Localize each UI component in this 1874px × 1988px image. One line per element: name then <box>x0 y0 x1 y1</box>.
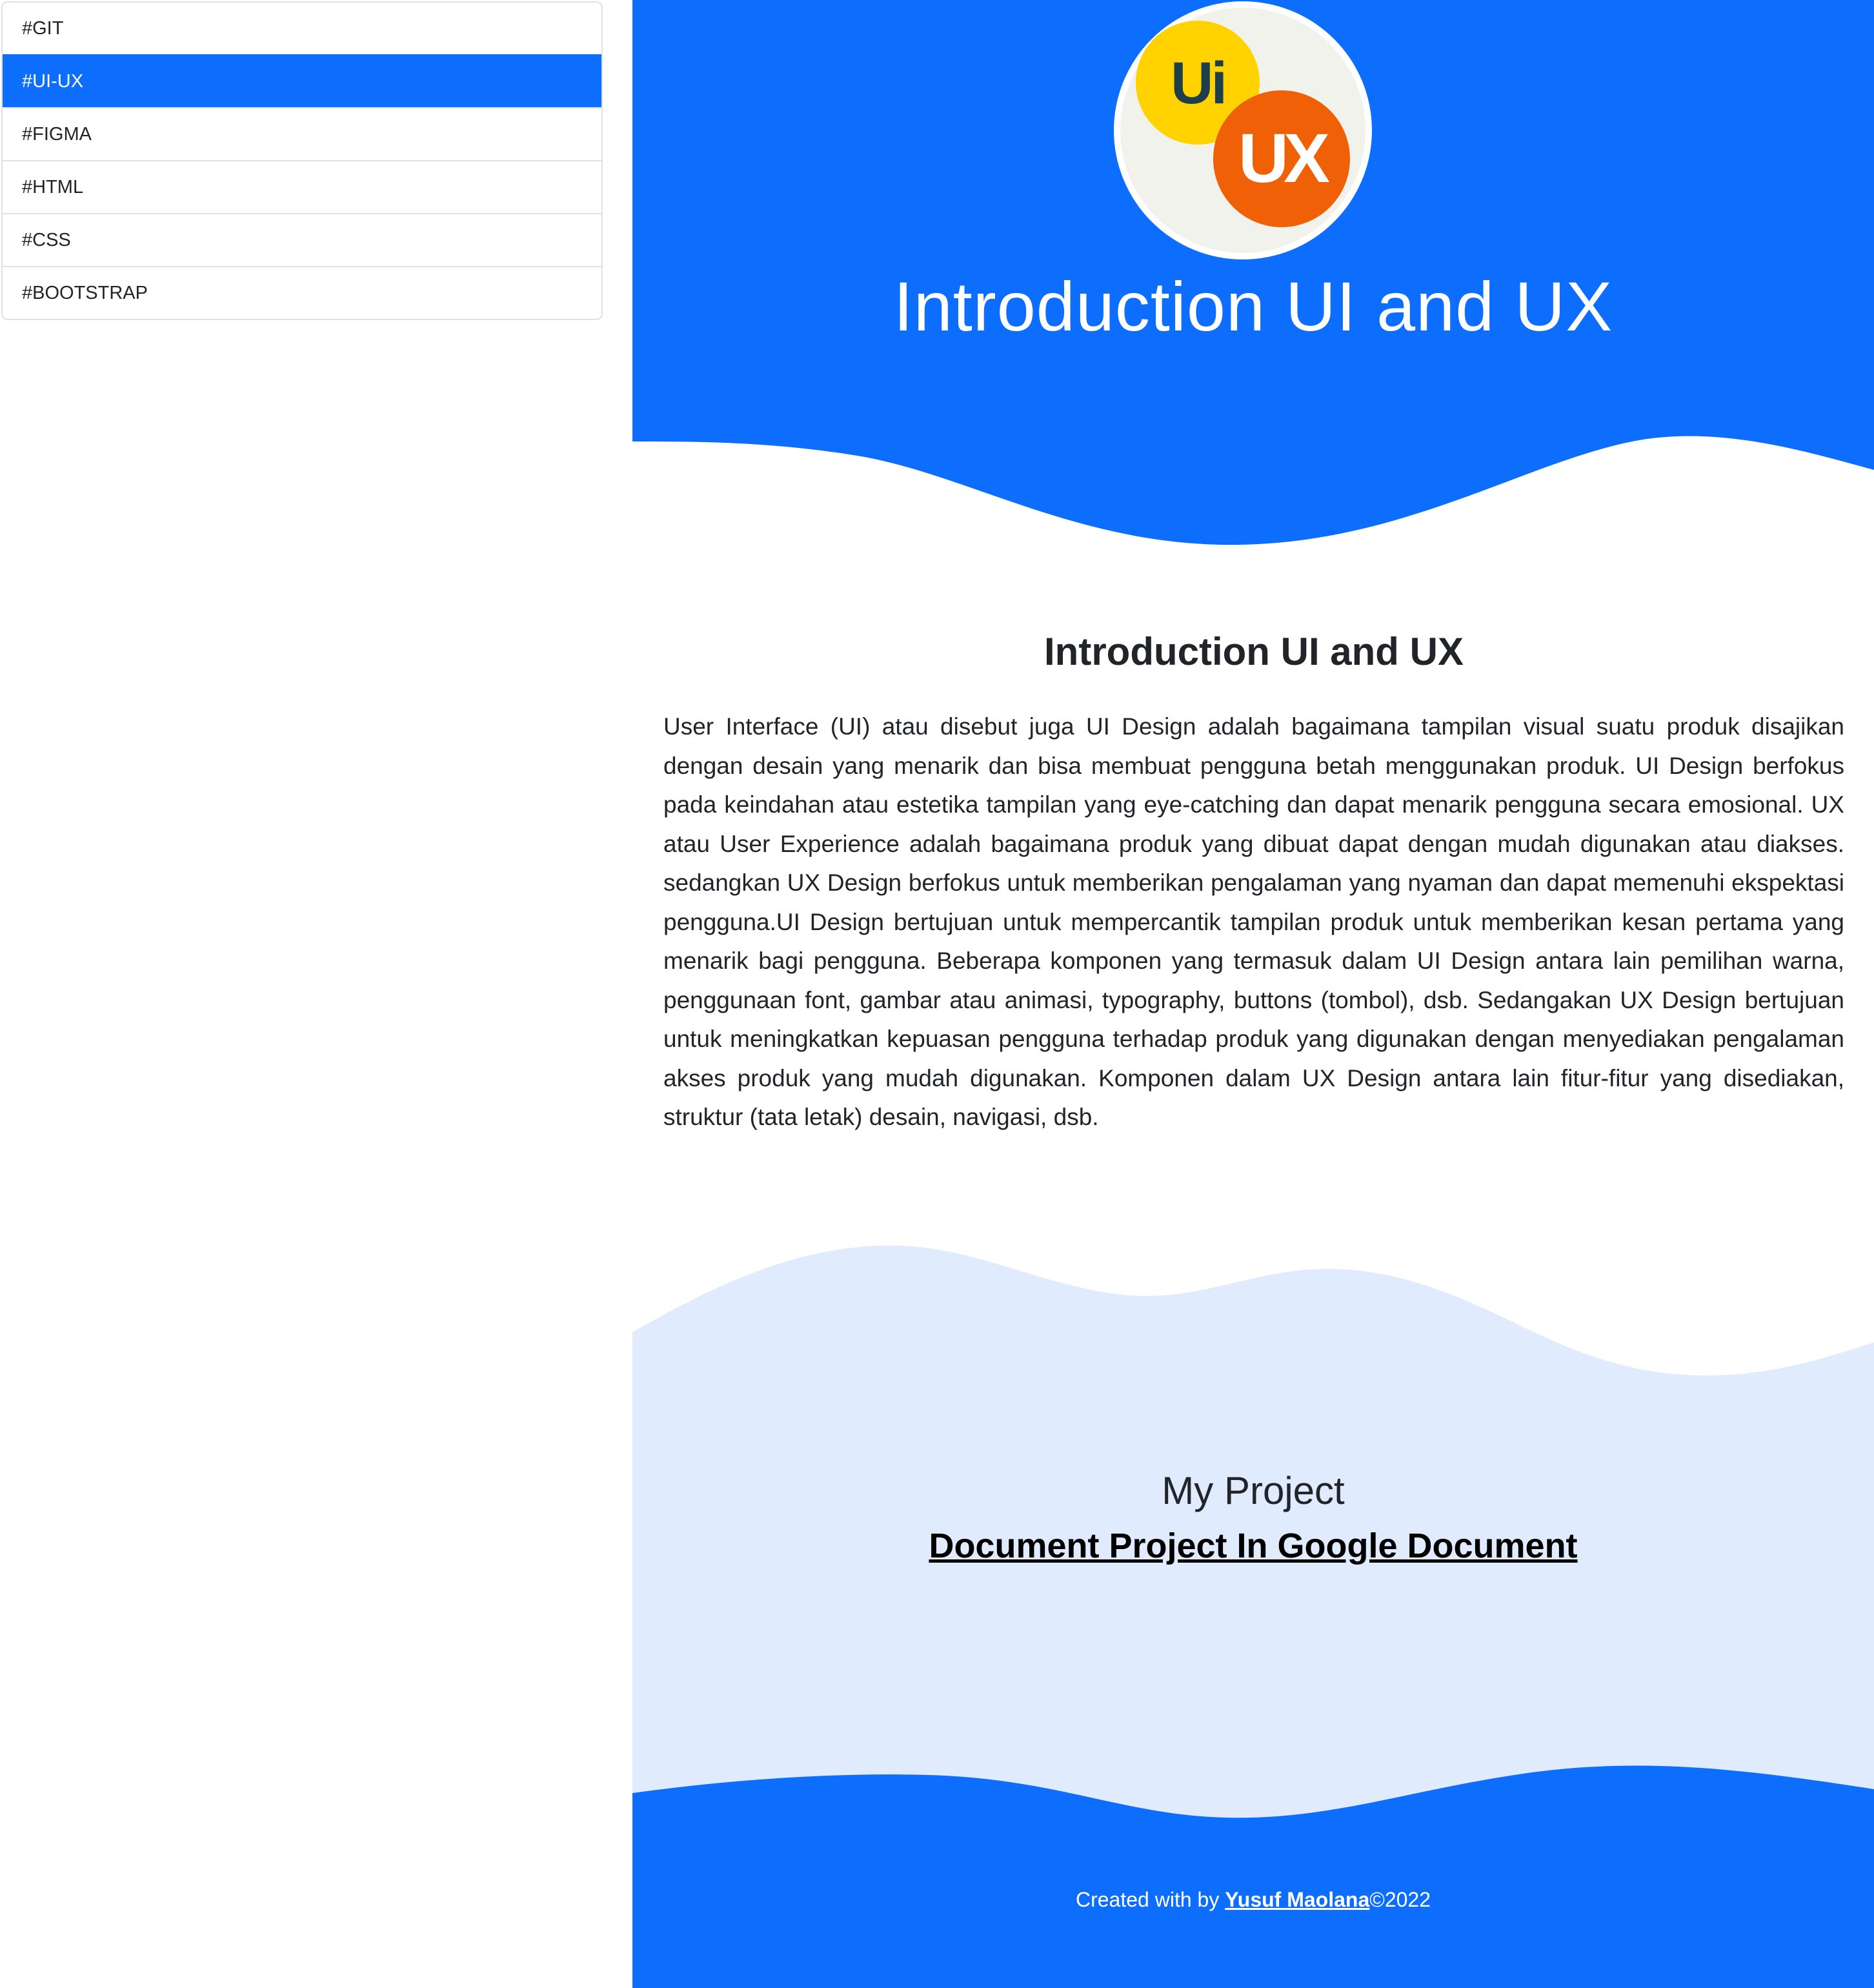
intro-paragraph: User Interface (UI) atau disebut juga UI… <box>663 713 1844 1130</box>
logo-ux-text: UX <box>1238 119 1330 197</box>
intro-title: Introduction UI and UX <box>1044 630 1464 673</box>
main-content: Ui UX Introduction UI and UX Introductio… <box>632 0 1874 1988</box>
author-link[interactable]: Yusuf Maolana <box>1225 1888 1369 1911</box>
sidebar-item-figma[interactable]: #FIGMA <box>3 107 601 160</box>
google-document-link[interactable]: Document Project In Google Document <box>929 1527 1577 1565</box>
footer-prefix: Created with by <box>1075 1888 1225 1911</box>
hero-title: Introduction UI and UX <box>893 267 1613 345</box>
sidebar-item-bootstrap[interactable]: #BOOTSTRAP <box>3 266 601 319</box>
footer: Created with by Yusuf Maolana©2022 <box>632 1756 1874 1988</box>
sidebar-item-git[interactable]: #GIT <box>3 3 601 54</box>
footer-wave-background <box>632 1765 1874 1988</box>
ui-ux-logo: Ui UX <box>1114 1 1372 259</box>
logo-ui-text: Ui <box>1171 50 1225 116</box>
intro-section: Introduction UI and UX User Interface (U… <box>663 626 1844 1137</box>
hero-section: Ui UX Introduction UI and UX <box>632 0 1874 555</box>
project-title: My Project <box>1162 1469 1345 1512</box>
footer-copyright: ©2022 <box>1369 1888 1431 1911</box>
sidebar-list-group: #GIT #UI-UX #FIGMA #HTML #CSS #BOOTSTRAP <box>1 1 603 320</box>
project-link-wrapper: Document Project In Google Document <box>632 1523 1874 1568</box>
project-section: My Project Document Project In Google Do… <box>632 1246 1874 1827</box>
sidebar-item-css[interactable]: #CSS <box>3 213 601 266</box>
footer-credit: Created with by Yusuf Maolana©2022 <box>632 1883 1874 1916</box>
sidebar-item-ui-ux[interactable]: #UI-UX <box>3 54 601 107</box>
sidebar-item-html[interactable]: #HTML <box>3 160 601 213</box>
